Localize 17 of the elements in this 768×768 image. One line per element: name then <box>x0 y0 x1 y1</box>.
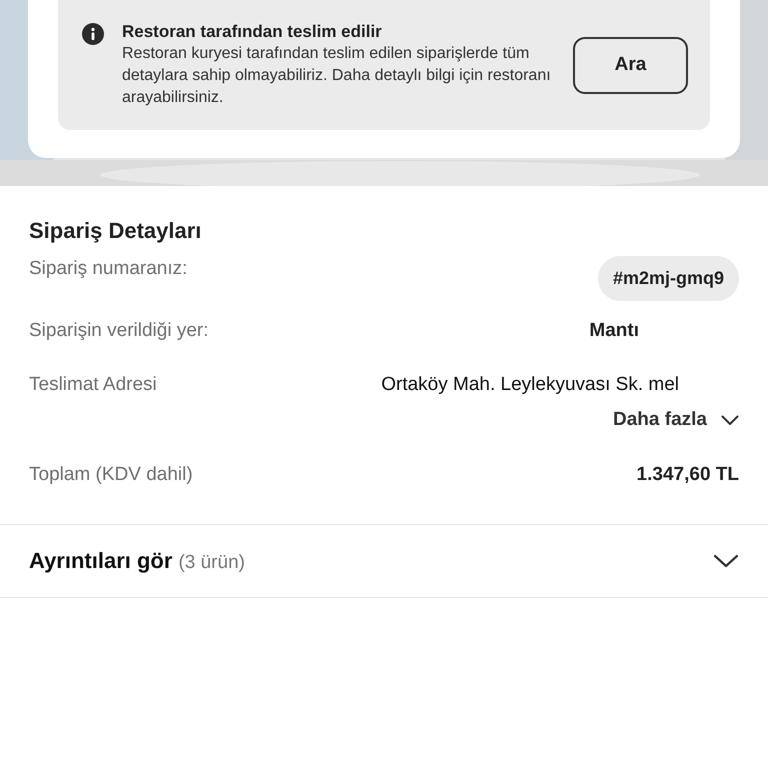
detail-value: 1.347,60 TL <box>636 463 739 487</box>
detail-label: Siparişin verildiği yer: <box>29 319 209 343</box>
chevron-down-icon <box>721 414 739 426</box>
detail-label: Sipariş numaranız: <box>29 257 188 281</box>
detail-label: Teslimat Adresi <box>29 373 157 397</box>
info-icon <box>82 23 104 45</box>
details-toggle[interactable]: Ayrıntıları gör (3 ürün) <box>29 544 739 578</box>
show-more-button[interactable]: Daha fazla <box>613 406 739 434</box>
notice-title: Restoran tarafından teslim edilir <box>122 21 383 43</box>
call-button[interactable]: Ara <box>573 36 688 94</box>
detail-label: Toplam (KDV dahil) <box>29 463 193 487</box>
detail-value: Mantı <box>589 319 639 343</box>
section-heading: Sipariş Detayları <box>29 217 202 245</box>
address-value: Ortaköy Mah. Leylekyuvası Sk. mel <box>381 373 679 397</box>
order-number-badge: #m2mj-gmq9 <box>598 256 739 301</box>
notice-text: Restoran kuryesi tarafından teslim edilen siparişlerde tüm detaylara sahip olmayabiliriz. Daha detaylı bilgi için restoranı arayabilirsiniz. <box>122 44 552 108</box>
chevron-down-icon <box>713 554 739 568</box>
